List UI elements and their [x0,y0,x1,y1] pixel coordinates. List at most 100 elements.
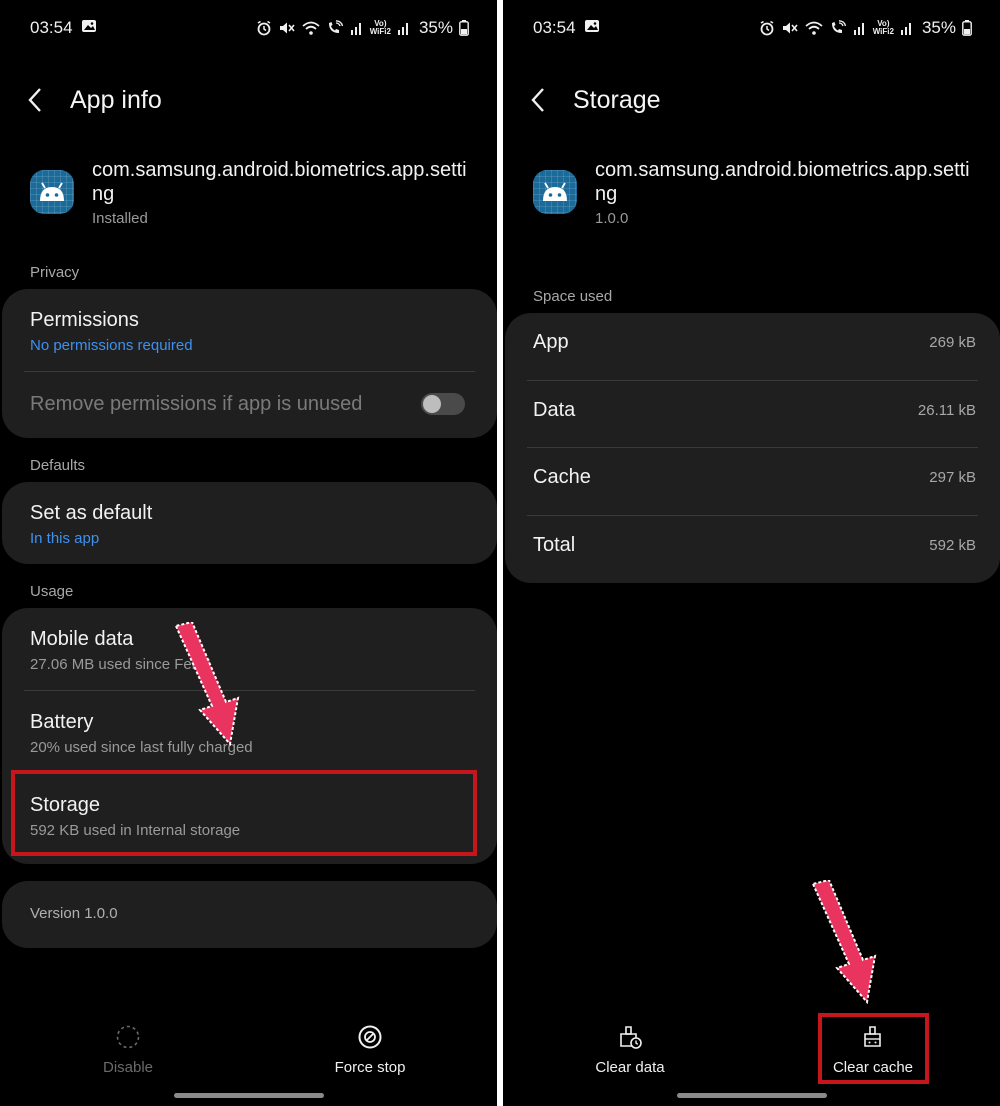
permissions-title: Permissions [30,309,139,331]
android-app-icon [533,170,577,214]
battery-title: Battery [30,711,94,733]
alarm-icon [256,20,272,36]
status-bar: 03:54 Vo) WiFi2 35% [30,14,469,42]
section-label-defaults: Defaults [30,457,86,474]
defaults-card: Set as default In this app [2,482,497,564]
set-as-default-subtitle: In this app [30,530,100,547]
pointer-arrow-icon [811,880,877,1005]
wifi-icon [805,20,823,36]
disable-icon [48,1021,208,1053]
battery-percent: 35% [418,18,453,37]
storage-row-app: App 269 kB [533,331,976,354]
battery-percent: 35% [921,18,956,37]
mute-icon [278,20,296,36]
app-version: 1.0.0 [595,210,629,227]
volte-icon: Vo) WiFi2 [872,19,894,36]
divider [24,371,475,372]
storage-row-value: 297 kB [929,469,976,486]
disable-label: Disable [102,1059,154,1076]
home-indicator[interactable] [676,1093,827,1098]
gallery-icon [81,18,97,39]
app-header: com.samsung.android.biometrics.app.setti… [30,158,477,227]
clear-data-button[interactable]: Clear data [550,1021,710,1076]
force-stop-icon [290,1021,450,1053]
mobile-data-item[interactable]: Mobile data 27.06 MB used since Feb 1 [30,628,469,673]
app-package-name: com.samsung.android.biometrics.app.setti… [92,159,467,205]
signal-icon [397,20,411,36]
storage-row-data: Data 26.11 kB [533,399,976,422]
divider [527,447,978,448]
mobile-data-subtitle: 27.06 MB used since Feb 1 [30,656,213,673]
storage-row-label: Data [533,399,576,421]
remove-permissions-toggle[interactable] [421,393,465,415]
app-bar: App info [28,80,162,120]
page-title: Storage [573,85,661,114]
wifi-icon [302,20,320,36]
clear-cache-label: Clear cache [832,1059,914,1076]
divider [24,690,475,691]
version-text: Version 1.0.0 [30,905,118,922]
storage-title: Storage [30,794,101,816]
section-label-privacy: Privacy [30,264,80,281]
version-card: Version 1.0.0 [2,881,497,948]
storage-screen: 03:54 Vo) WiFi2 35% Storage com.samsung.… [503,0,1000,1106]
clear-cache-button[interactable]: Clear cache [793,1021,953,1076]
back-arrow-icon[interactable] [28,85,50,115]
android-app-icon [30,170,74,214]
signal-icon [853,20,867,36]
set-as-default-item[interactable]: Set as default In this app [30,502,469,547]
status-bar: 03:54 Vo) WiFi2 35% [533,14,972,42]
signal-icon [350,20,364,36]
home-indicator[interactable] [173,1093,324,1098]
status-time: 03:54 [533,18,576,37]
privacy-card: Permissions No permissions required Remo… [2,289,497,438]
usage-card: Mobile data 27.06 MB used since Feb 1 Ba… [2,608,497,864]
gallery-icon [584,18,600,39]
clear-data-label: Clear data [595,1059,665,1076]
battery-item[interactable]: Battery 20% used since last fully charge… [30,711,469,756]
battery-subtitle: 20% used since last fully charged [30,739,253,756]
storage-row-label: Total [533,534,576,556]
set-as-default-title: Set as default [30,502,153,524]
force-stop-label: Force stop [334,1059,406,1076]
section-label-usage: Usage [30,583,74,600]
toggle-knob [423,395,441,413]
storage-subtitle: 592 KB used in Internal storage [30,822,241,839]
volte-icon: Vo) WiFi2 [369,19,391,36]
force-stop-button[interactable]: Force stop [290,1021,450,1076]
app-header: com.samsung.android.biometrics.app.setti… [533,158,980,227]
wifi-calling-icon [326,20,344,36]
divider [527,380,978,381]
app-install-status: Installed [92,210,148,227]
wifi-calling-icon [829,20,847,36]
permissions-item[interactable]: Permissions No permissions required [30,309,469,354]
page-title: App info [70,85,162,114]
mute-icon [781,20,799,36]
clear-cache-icon [793,1021,953,1053]
storage-row-label: App [533,331,569,353]
battery-icon [459,20,469,36]
section-label-space-used: Space used [533,288,613,305]
disable-button[interactable]: Disable [48,1021,208,1076]
battery-icon [962,20,972,36]
remove-permissions-label: Remove permissions if app is unused [30,393,363,415]
storage-row-value: 269 kB [929,334,976,351]
storage-row-value: 26.11 kB [917,402,976,419]
alarm-icon [759,20,775,36]
mobile-data-title: Mobile data [30,628,134,650]
storage-item[interactable]: Storage 592 KB used in Internal storage [30,794,469,839]
app-bar: Storage [531,80,661,120]
app-package-name: com.samsung.android.biometrics.app.setti… [595,159,970,205]
app-info-screen: 03:54 Vo) WiFi2 35% App info com.samsung… [0,0,497,1106]
storage-row-cache: Cache 297 kB [533,466,976,489]
divider [527,515,978,516]
clear-data-icon [550,1021,710,1053]
permissions-subtitle: No permissions required [30,337,193,354]
storage-row-total: Total 592 kB [533,534,976,557]
signal-icon [900,20,914,36]
storage-row-value: 592 kB [929,537,976,554]
space-used-card: App 269 kB Data 26.11 kB Cache 297 kB To… [505,313,1000,583]
remove-permissions-item: Remove permissions if app is unused [30,393,407,416]
status-time: 03:54 [30,18,73,37]
back-arrow-icon[interactable] [531,85,553,115]
